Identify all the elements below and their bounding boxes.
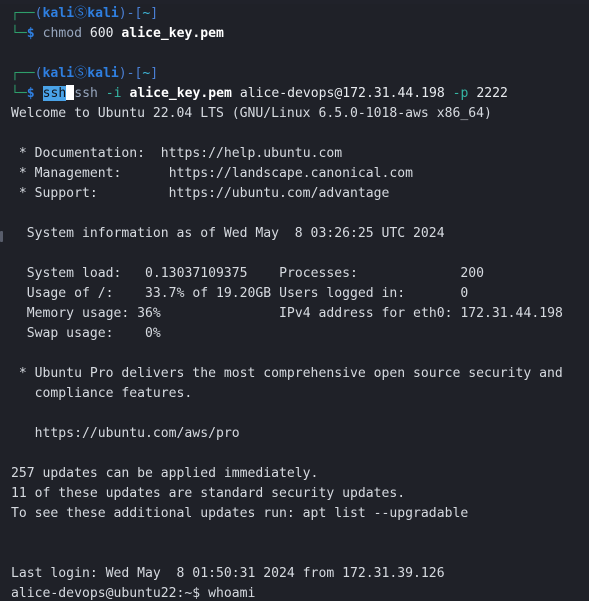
prompt-dash-2: - — [126, 66, 135, 81]
motd-link-management-url[interactable]: https://landscape.canonical.com — [169, 166, 413, 181]
motd-welcome-line: Welcome to Ubuntu 22.04 LTS (GNU/Linux 6… — [11, 106, 492, 121]
sysinfo-row-system-load: System load: 0.13037109375 Processes: 20… — [11, 264, 589, 284]
last-login-line: Last login: Wed May 8 01:50:31 2024 from… — [11, 566, 445, 581]
chmod-command-name: chmod — [42, 26, 82, 41]
prompt-line-top-2: ┌──(kaliⓈkali)-[~] — [11, 64, 589, 84]
motd-link-documentation-url[interactable]: https://help.ubuntu.com — [161, 146, 342, 161]
ssh-keyfile-arg: alice_key.pem — [129, 86, 232, 101]
prompt-frame-top-icon-2: ┌── — [11, 66, 35, 81]
sysinfo-row-disk-usage: Usage of /: 33.7% of 19.20GB Users logge… — [11, 284, 589, 304]
prompt-open-paren: ( — [34, 6, 43, 21]
prompt-dash: - — [126, 6, 135, 21]
prompt-host-2: kali — [87, 66, 119, 81]
motd-link-support: * Support: https://ubuntu.com/advantage — [11, 184, 589, 204]
kali-logo-icon-2: Ⓢ — [74, 66, 88, 81]
motd-updates-available: 257 updates can be applied immediately. — [11, 466, 319, 481]
kali-logo-icon: Ⓢ — [74, 6, 88, 21]
sysinfo-label-memory-usage: Memory usage: — [11, 306, 130, 321]
prompt-frame-bottom-icon: └─ — [11, 26, 27, 41]
sysinfo-label-users-logged-in: Users logged in: — [279, 286, 406, 301]
motd-link-support-url[interactable]: https://ubuntu.com/advantage — [169, 186, 390, 201]
prompt-frame-bottom-icon-2: └─ — [11, 86, 27, 101]
command-line-ssh[interactable]: └─$ ssh ssh -i alice_key.pem alice-devops… — [11, 84, 589, 104]
remote-prompt-1: alice-devops@ubuntu22:~$ — [11, 586, 201, 601]
motd-link-management-label: * Management: — [11, 166, 122, 181]
sysinfo-label-swap-usage: Swap usage: — [11, 326, 114, 341]
prompt-host: kali — [87, 6, 119, 21]
prompt-close-bracket-2: ] — [150, 66, 159, 81]
remote-command-line-whoami[interactable]: alice-devops@ubuntu22:~$ whoami — [11, 584, 589, 601]
command-line-chmod[interactable]: └─$ chmod 600 alice_key.pem — [11, 24, 589, 44]
sysinfo-value-system-load: 0.13037109375 — [145, 266, 248, 281]
sysinfo-label-processes: Processes: — [279, 266, 358, 281]
sysinfo-row-swap-usage: Swap usage: 0% — [11, 324, 589, 344]
motd-link-documentation-label: * Documentation: — [11, 146, 146, 161]
sysinfo-label-system-load: System load: — [11, 266, 122, 281]
prompt-close-paren: ) — [118, 6, 127, 21]
ssh-flag-i: -i — [105, 86, 122, 101]
ssh-command-name: ssh — [74, 86, 98, 101]
sysinfo-label-ipv4-address: IPv4 address for eth0: — [279, 306, 453, 321]
prompt-close-paren-2: ) — [118, 66, 127, 81]
sysinfo-value-processes: 200 — [460, 266, 485, 281]
sysinfo-value-ipv4-address: 172.31.44.198 — [460, 306, 563, 321]
chmod-mode-arg: 600 — [89, 26, 114, 41]
prompt-dollar-sign-2: $ — [26, 86, 35, 101]
prompt-dollar-sign: $ — [26, 26, 35, 41]
prompt-close-bracket: ] — [150, 6, 159, 21]
prompt-line-top-1: ┌──(kaliⓈkali)-[~] — [11, 4, 589, 24]
sysinfo-label-disk-usage: Usage of /: — [11, 286, 114, 301]
motd-updates-hint: To see these additional updates run: apt… — [11, 506, 469, 521]
prompt-open-paren-2: ( — [34, 66, 43, 81]
motd-link-management: * Management: https://landscape.canonica… — [11, 164, 589, 184]
ssh-port-arg: 2222 — [476, 86, 508, 101]
remote-command-text-1: whoami — [200, 586, 256, 601]
sysinfo-value-disk-usage: 33.7% of 19.20GB — [145, 286, 272, 301]
scrollbar-thumb[interactable] — [0, 231, 3, 242]
motd-ubuntu-pro-line-1: * Ubuntu Pro delivers the most comprehen… — [11, 366, 563, 381]
motd-ubuntu-pro-line-2: compliance features. — [11, 386, 193, 401]
ssh-flag-p: -p — [452, 86, 469, 101]
prompt-user: kali — [42, 6, 75, 21]
sysinfo-value-swap-usage: 0% — [145, 326, 161, 341]
motd-link-documentation: * Documentation: https://help.ubuntu.com — [11, 144, 589, 164]
motd-ubuntu-pro-url[interactable]: https://ubuntu.com/aws/pro — [11, 424, 589, 444]
sysinfo-row-memory-usage: Memory usage: 36% IPv4 address for eth0:… — [11, 304, 589, 324]
terminal-window[interactable]: ┌──(kaliⓈkali)-[~] └─$ chmod 600 alice_k… — [0, 0, 589, 601]
sysinfo-value-users-logged-in: 0 — [460, 286, 469, 301]
sysinfo-value-memory-usage: 36% — [137, 306, 161, 321]
prompt-user-2: kali — [42, 66, 75, 81]
terminal-output-area[interactable]: ┌──(kaliⓈkali)-[~] └─$ chmod 600 alice_k… — [0, 4, 589, 601]
motd-link-support-label: * Support: — [11, 186, 98, 201]
prompt-frame-top-icon: ┌── — [11, 6, 35, 21]
selected-text-ssh[interactable]: ssh — [42, 86, 67, 101]
motd-security-updates: 11 of these updates are standard securit… — [11, 486, 406, 501]
ssh-target-arg: alice-devops@172.31.44.198 — [239, 86, 445, 101]
chmod-file-arg: alice_key.pem — [121, 26, 224, 41]
motd-system-information-header: System information as of Wed May 8 03:26… — [11, 226, 445, 241]
